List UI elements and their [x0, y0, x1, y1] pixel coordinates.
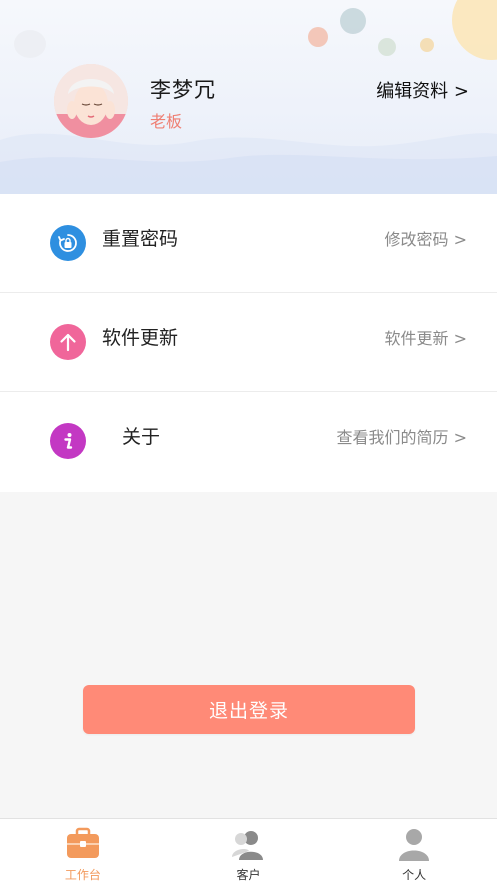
- reset-lock-icon: [50, 225, 86, 261]
- menu-item-label: 软件更新: [102, 327, 179, 349]
- decor-dot-5: [14, 30, 46, 58]
- profile-screen: 李梦冗 老板 编辑资料 > 重置密码 修改密码 > 软件更新 软件更新 > 关于…: [0, 0, 497, 883]
- menu-item-action: 修改密码 >: [384, 230, 468, 249]
- decor-dot-1: [308, 27, 328, 47]
- menu-item-action: 查看我们的简历 >: [336, 428, 468, 447]
- avatar-illustration: [54, 64, 128, 138]
- tab-workbench[interactable]: 工作台: [0, 819, 166, 883]
- decor-sun: [452, 0, 497, 60]
- person-icon: [399, 829, 430, 861]
- tab-personal[interactable]: 个人: [331, 819, 497, 883]
- tab-customers[interactable]: 客户: [166, 819, 332, 883]
- menu-item-label: 关于: [122, 426, 161, 448]
- arrow-up-icon: [50, 324, 86, 360]
- tab-label: 工作台: [64, 868, 101, 882]
- customers-icon: [231, 831, 263, 860]
- briefcase-icon: [66, 827, 99, 858]
- tab-label: 客户: [236, 868, 261, 882]
- user-role: 老板: [150, 112, 183, 131]
- menu-item-action: 软件更新 >: [384, 329, 468, 348]
- info-icon: [50, 423, 86, 459]
- avatar[interactable]: [54, 64, 128, 138]
- user-name: 李梦冗: [150, 78, 216, 102]
- menu-item-reset-password[interactable]: 重置密码 修改密码 >: [0, 194, 497, 293]
- menu-item-label: 重置密码: [102, 228, 179, 250]
- decor-dot-3: [378, 38, 396, 56]
- profile-header: 李梦冗 老板 编辑资料 >: [0, 0, 497, 194]
- tab-label: 个人: [402, 868, 427, 882]
- menu-item-about[interactable]: 关于 查看我们的简历 >: [0, 392, 497, 492]
- settings-menu: 重置密码 修改密码 > 软件更新 软件更新 > 关于 查看我们的简历 >: [0, 194, 497, 492]
- bottom-tab-bar: 工作台 客户 个人: [0, 818, 497, 883]
- edit-profile-link[interactable]: 编辑资料 >: [376, 77, 469, 103]
- menu-item-software-update[interactable]: 软件更新 软件更新 >: [0, 293, 497, 392]
- decor-dot-2: [340, 8, 366, 34]
- decor-dot-4: [420, 38, 434, 52]
- logout-button[interactable]: 退出登录: [83, 685, 415, 734]
